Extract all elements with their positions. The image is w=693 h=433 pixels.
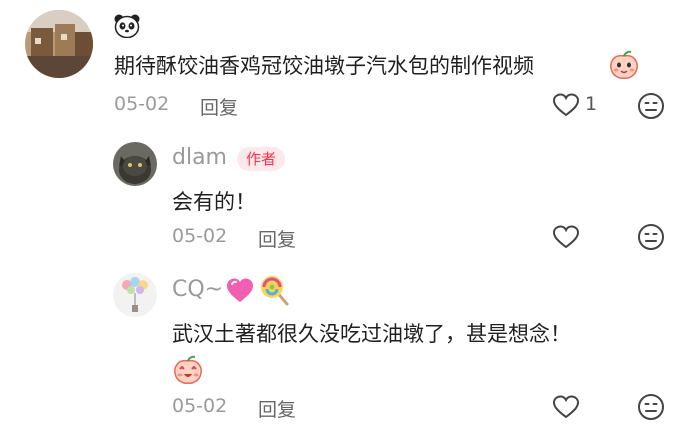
comment-text-1: 期待酥饺油香鸡冠饺油墩子汽水包的制作视频 — [114, 54, 534, 78]
heart-outline-icon[interactable] — [552, 224, 580, 250]
peach-face-emoji-icon — [172, 355, 204, 385]
lollipop-icon — [259, 274, 291, 306]
comment-date-1: 05-02 — [114, 93, 170, 115]
username-cq[interactable]: CQ~ — [172, 277, 223, 302]
pink-heart-icon — [225, 276, 255, 304]
peach-face-emoji-icon — [608, 50, 640, 80]
avatar-commenter-1[interactable] — [25, 10, 93, 78]
username-dlam[interactable]: dlam — [172, 145, 227, 170]
comment-date-2: 05-02 — [172, 225, 228, 247]
panda-face-icon — [114, 14, 140, 38]
reply-button[interactable]: 回复 — [258, 225, 296, 252]
avatar-cq[interactable] — [113, 273, 157, 317]
avatar-dlam[interactable] — [113, 142, 157, 186]
dislike-face-icon[interactable] — [637, 223, 665, 251]
dislike-face-icon[interactable] — [637, 92, 665, 120]
comment-text-2: 会有的！ — [172, 190, 256, 214]
reply-button[interactable]: 回复 — [200, 93, 238, 120]
heart-outline-icon[interactable] — [552, 92, 580, 118]
like-count: 1 — [585, 93, 598, 115]
comment-date-3: 05-02 — [172, 395, 228, 417]
comment-text-3: 武汉土著都很久没吃过油墩了，甚是想念！ — [172, 322, 571, 346]
reply-button[interactable]: 回复 — [258, 395, 296, 422]
heart-outline-icon[interactable] — [552, 394, 580, 420]
author-badge: 作者 — [237, 147, 286, 171]
dislike-face-icon[interactable] — [637, 393, 665, 421]
